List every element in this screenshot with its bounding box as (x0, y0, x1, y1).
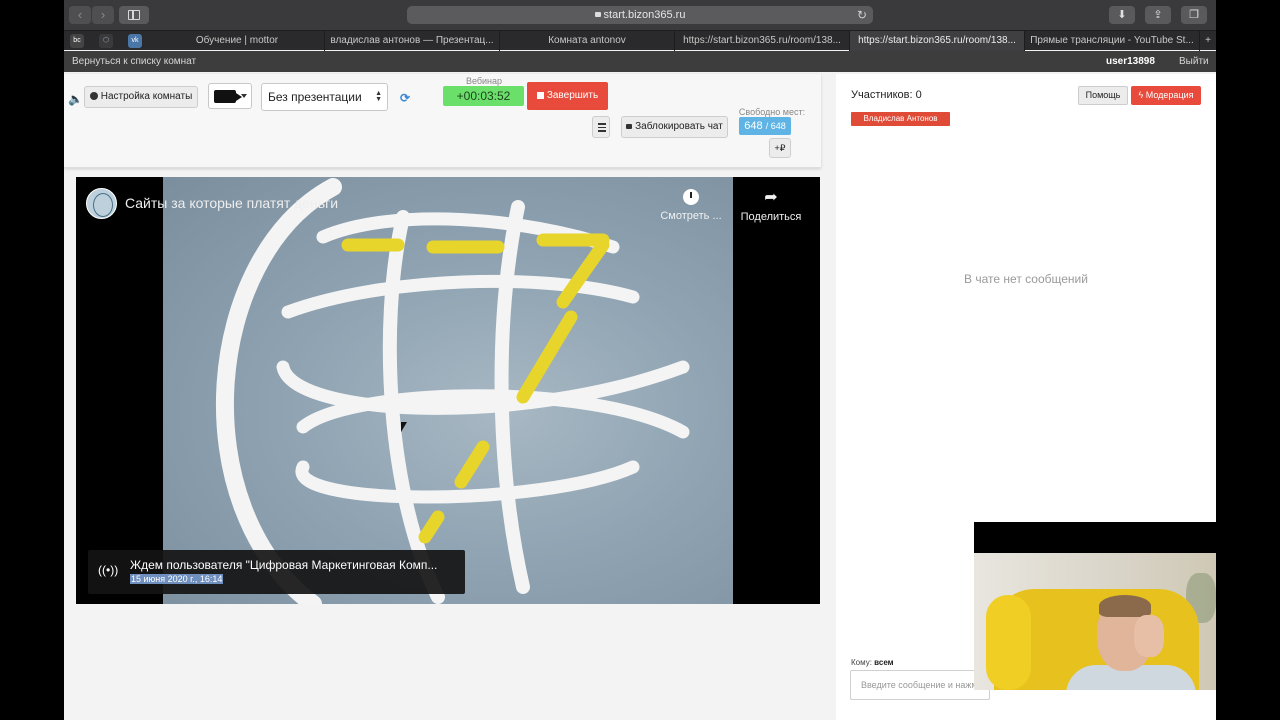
free-seats-badge: 648 / 648 (739, 117, 791, 135)
tab-room-2[interactable]: https://start.bizon365.ru/room/138... (850, 31, 1025, 51)
reload-icon[interactable]: ↻ (857, 6, 867, 24)
finish-webinar-button[interactable]: Завершить (527, 82, 608, 110)
sidebar-toggle-button[interactable] (119, 6, 149, 24)
recipient-prefix: Кому: (851, 658, 872, 667)
free-seats-count: 648 (744, 120, 763, 132)
webcam-video-image (974, 553, 1216, 690)
url-text: start.bizon365.ru (603, 9, 686, 21)
add-paid-seats-button[interactable]: +₽ (769, 138, 791, 158)
channel-avatar[interactable] (86, 188, 117, 219)
clock-icon (683, 189, 699, 205)
forward-arrow-icon[interactable]: › (92, 6, 114, 24)
watch-later-button[interactable]: Смотреть ... (656, 189, 726, 222)
presentation-select[interactable]: Без презентации ▲ ▼ (261, 83, 388, 111)
share-arrow-icon: ➦ (764, 189, 778, 206)
recipient-value[interactable]: всем (874, 658, 893, 667)
new-tab-button[interactable]: + (1200, 31, 1216, 51)
video-player[interactable]: Сайты за которые платят деньги Смотреть … (76, 177, 820, 604)
webinar-label: Вебинар (465, 76, 503, 86)
tabs-overview-icon[interactable]: ❐ (1181, 6, 1207, 24)
back-arrow-icon[interactable]: ‹ (69, 6, 91, 24)
share-label: Поделиться (740, 211, 802, 223)
mouse-cursor-icon (401, 422, 407, 432)
video-frame-globe-image (163, 177, 733, 604)
back-to-rooms-link[interactable]: Вернуться к списку комнат (72, 51, 196, 72)
username[interactable]: user13898 (1106, 51, 1155, 72)
stop-icon (536, 92, 544, 99)
gear-icon (89, 92, 98, 100)
menu-button[interactable] (592, 116, 610, 138)
browser-toolbar: ‹ › start.bizon365.ru ↻ ⬇ ⇪ ❐ (64, 0, 1216, 30)
live-status-box: ((•)) Ждем пользователя "Цифровая Маркет… (88, 550, 465, 594)
logout-link[interactable]: Выйти (1179, 51, 1209, 72)
help-button[interactable]: Помощь (1078, 86, 1128, 105)
recipient-label: Кому: всем (851, 658, 894, 667)
watch-later-label: Смотреть ... (660, 210, 722, 222)
share-button[interactable]: ➦ Поделиться (736, 189, 806, 224)
participants-count: Участников: 0 (851, 89, 922, 101)
room-settings-label: Настройка комнаты (100, 91, 193, 102)
control-panel: 🔈 Настройка комнаты Без презентации ▲ ▼ ⟳… (64, 74, 821, 168)
tab-room-antonov[interactable]: Комната antonov (500, 31, 675, 51)
sidebar-icon (128, 10, 140, 20)
live-date: 15 июня 2020 г., 16:14 (130, 574, 224, 584)
tab-bar: bc ⬡ vk Обучение | mottor владислав анто… (64, 30, 1216, 51)
free-seats-label: Свободно мест: (738, 107, 806, 117)
moderation-label: Модерация (1145, 90, 1194, 100)
webinar-timer: +00:03:52 (443, 86, 524, 106)
share-icon[interactable]: ⇪ (1145, 6, 1171, 24)
lock-chat-button[interactable]: Заблокировать чат (621, 116, 728, 138)
pinned-tab-clickit-icon[interactable]: bc (70, 34, 84, 48)
site-header: Вернуться к списку комнат user13898 Выйт… (64, 51, 1216, 72)
empty-chat-message: В чате нет сообщений (964, 272, 1088, 286)
speaker-icon[interactable]: 🔈 (68, 92, 83, 106)
tab-presentation[interactable]: владислав антонов — Презентац... (325, 31, 500, 51)
webcam-preview (974, 522, 1216, 690)
lock-icon (626, 124, 633, 129)
pinned-tab-vk-icon[interactable]: vk (128, 34, 142, 48)
broadcast-icon: ((•)) (98, 563, 119, 577)
finish-label: Завершить (546, 90, 599, 101)
tab-room-1[interactable]: https://start.bizon365.ru/room/138... (675, 31, 850, 51)
refresh-icon[interactable]: ⟳ (400, 91, 410, 105)
user-tag[interactable]: Владислав Антонов (851, 112, 950, 126)
address-bar[interactable]: start.bizon365.ru ↻ (407, 6, 873, 24)
select-arrows-icon: ▲ ▼ (375, 90, 382, 103)
lock-chat-label: Заблокировать чат (635, 121, 723, 132)
live-status-text: Ждем пользователя "Цифровая Маркетингова… (130, 558, 438, 572)
video-camera-icon (214, 90, 242, 103)
tab-mottor[interactable]: Обучение | mottor (150, 31, 325, 51)
pinned-tab-hexagon-icon[interactable]: ⬡ (99, 34, 113, 48)
camera-select[interactable] (208, 83, 252, 109)
tab-youtube-streams[interactable]: Прямые трансляции - YouTube St... (1025, 31, 1200, 51)
room-settings-button[interactable]: Настройка комнаты (84, 86, 198, 108)
lock-icon (594, 12, 601, 17)
download-icon[interactable]: ⬇ (1109, 6, 1135, 24)
moderation-button[interactable]: ϟ Модерация (1131, 86, 1201, 105)
globe-logo-graphic (215, 178, 690, 604)
chevron-down-icon (241, 94, 247, 98)
message-input[interactable]: Введите сообщение и нажмите Enter (850, 670, 990, 700)
video-title[interactable]: Сайты за которые платят деньги (125, 195, 338, 211)
presentation-select-value: Без презентации (268, 90, 362, 104)
screen: ‹ › start.bizon365.ru ↻ ⬇ ⇪ ❐ bc ⬡ vk Об… (64, 0, 1216, 720)
lightning-icon: ϟ (1138, 90, 1144, 100)
free-seats-total: / 648 (765, 121, 786, 131)
